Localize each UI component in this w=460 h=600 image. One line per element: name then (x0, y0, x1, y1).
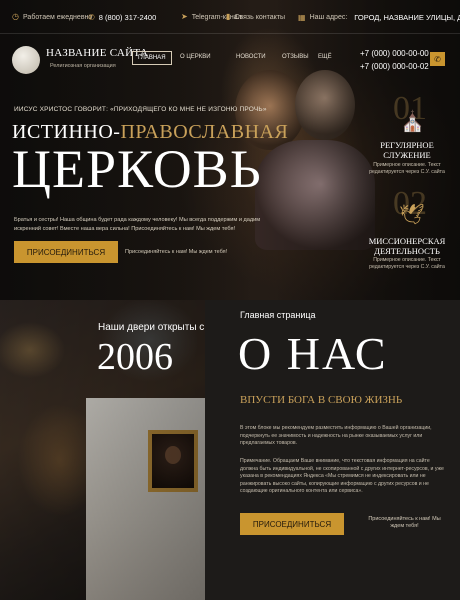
address: ▦ Наш адрес: ГОРОД, НАЗВАНИЕ УЛИЦЫ, ДОМ … (298, 12, 460, 22)
card-title: МИССИОНЕРСКАЯ ДЕЯТЕЛЬНОСТЬ (368, 236, 446, 256)
nav-about-church[interactable]: О церкви (180, 54, 211, 60)
nav-news[interactable]: Новости (236, 54, 266, 60)
hero-quote: Иисус Христос говорит: «Приходящего ко м… (14, 106, 267, 113)
breadcrumb[interactable]: Главная страница (240, 310, 316, 320)
contacts-link[interactable]: ▮ Связь контакты (226, 13, 285, 21)
top-phone-link[interactable]: ✆ 8 (800) 317-2400 (88, 13, 156, 22)
history-label: Наши двери открыты с (98, 322, 205, 333)
hero-description: Братья и сестры! Наша община будет рада … (14, 217, 261, 232)
about-title: О НАС (238, 328, 388, 379)
about-join-button[interactable]: Присоединиться (240, 513, 344, 535)
map-icon: ▦ (298, 12, 306, 22)
card-title: РЕГУЛЯРНОЕ СЛУЖЕНИЕ (380, 140, 434, 160)
clock-icon: ◷ (12, 12, 19, 21)
about-join-note: Присоединяйтесь к нам! Мы ждем тебя! (368, 516, 441, 529)
hero-join-button[interactable]: Присоединиться (14, 241, 118, 263)
header-phone-2[interactable]: +7 (000) 000-00-02 (360, 62, 429, 71)
telegram-icon: ➤ (181, 12, 188, 21)
dove-icon: 🕊 (399, 204, 425, 226)
about-subtitle: ВПУСТИ БОГА В СВОЮ ЖИЗНЬ (240, 394, 403, 406)
church-icon: ⛪ (400, 111, 425, 133)
history-year: 2006 (97, 336, 173, 378)
logo[interactable] (12, 46, 40, 74)
top-info-bar: ◷ Работаем ежедневно ✆ 8 (800) 317-2400 … (0, 0, 460, 34)
card-text: Примерное описание. Текст редактируется … (369, 257, 445, 270)
hero-join-note: Присоединяйтесь к нам! Мы ждем тебя! (125, 249, 228, 255)
callback-button[interactable]: ✆ (430, 52, 445, 66)
nav-home[interactable]: Главная (132, 51, 172, 65)
phone-icon: ✆ (88, 12, 95, 22)
phone-icon: ✆ (434, 54, 441, 64)
about-note: Примечание. Обращаем Ваше внимание, что … (240, 458, 444, 495)
nav-more[interactable]: Ещё (318, 54, 332, 60)
card-text: Примерное описание. Текст редактируется … (369, 162, 445, 175)
nav-reviews[interactable]: Отзывы (282, 54, 309, 60)
about-paragraph: В этом блоке мы рекомендуем разместить и… (240, 425, 432, 447)
site-tagline: Религиозная организация (50, 63, 116, 69)
topbar-divider (0, 33, 460, 34)
header-phone-1[interactable]: +7 (000) 000-00-00 (360, 49, 429, 58)
mobile-icon: ▮ (226, 12, 231, 21)
hero-title-big: ЦЕРКОВЬ (12, 139, 262, 199)
working-hours: ◷ Работаем ежедневно (12, 12, 93, 21)
